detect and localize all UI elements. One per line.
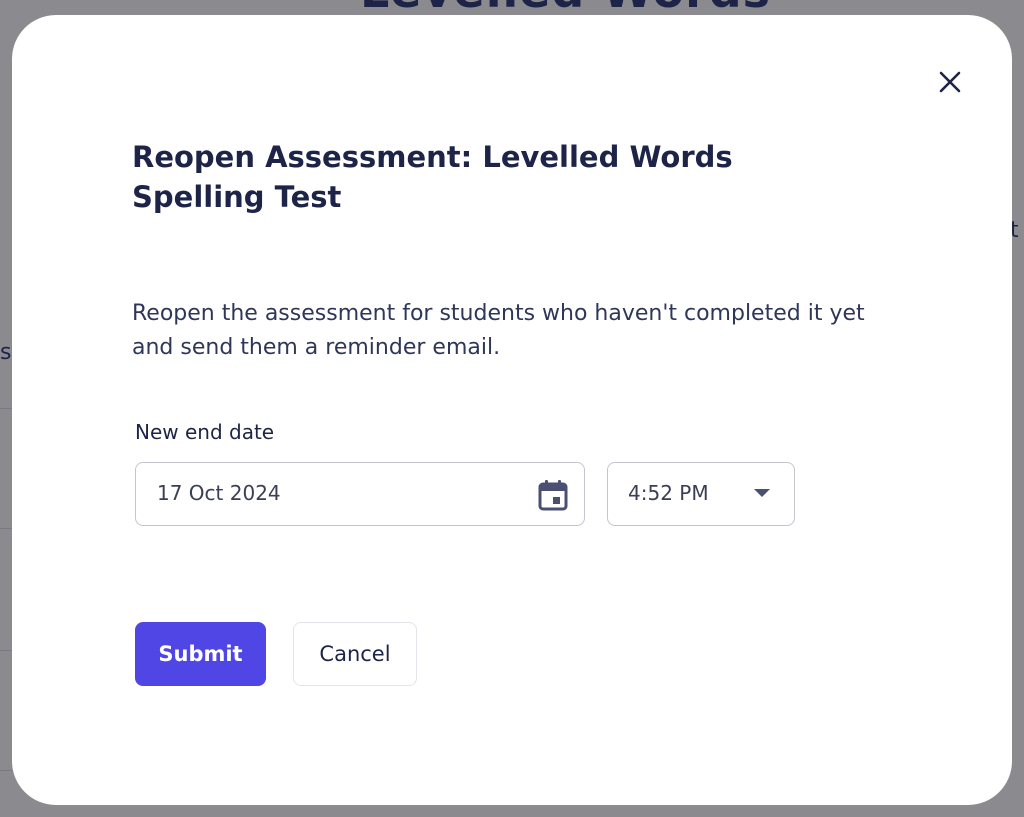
- cancel-button[interactable]: Cancel: [293, 622, 417, 686]
- background-divider: [0, 528, 12, 529]
- end-date-value: 17 Oct 2024: [157, 481, 281, 505]
- end-time-select[interactable]: 4:52 PM: [607, 462, 795, 526]
- modal-title: Reopen Assessment: Levelled Words Spelli…: [132, 140, 733, 214]
- submit-button[interactable]: Submit: [135, 622, 266, 686]
- calendar-icon[interactable]: [535, 477, 571, 513]
- background-divider: [0, 770, 12, 771]
- close-icon: [939, 71, 961, 93]
- end-date-input[interactable]: 17 Oct 2024: [135, 462, 585, 526]
- modal-description: Reopen the assessment for students who h…: [132, 301, 865, 360]
- background-divider: [0, 408, 12, 409]
- reopen-assessment-modal: Reopen Assessment: Levelled Words Spelli…: [12, 15, 1012, 805]
- end-date-label: New end date: [135, 420, 275, 444]
- background-divider: [0, 650, 12, 651]
- chevron-down-icon: [754, 489, 770, 497]
- end-time-value: 4:52 PM: [628, 481, 709, 505]
- close-button[interactable]: [935, 67, 965, 97]
- background-edge-text-left: s: [0, 340, 12, 365]
